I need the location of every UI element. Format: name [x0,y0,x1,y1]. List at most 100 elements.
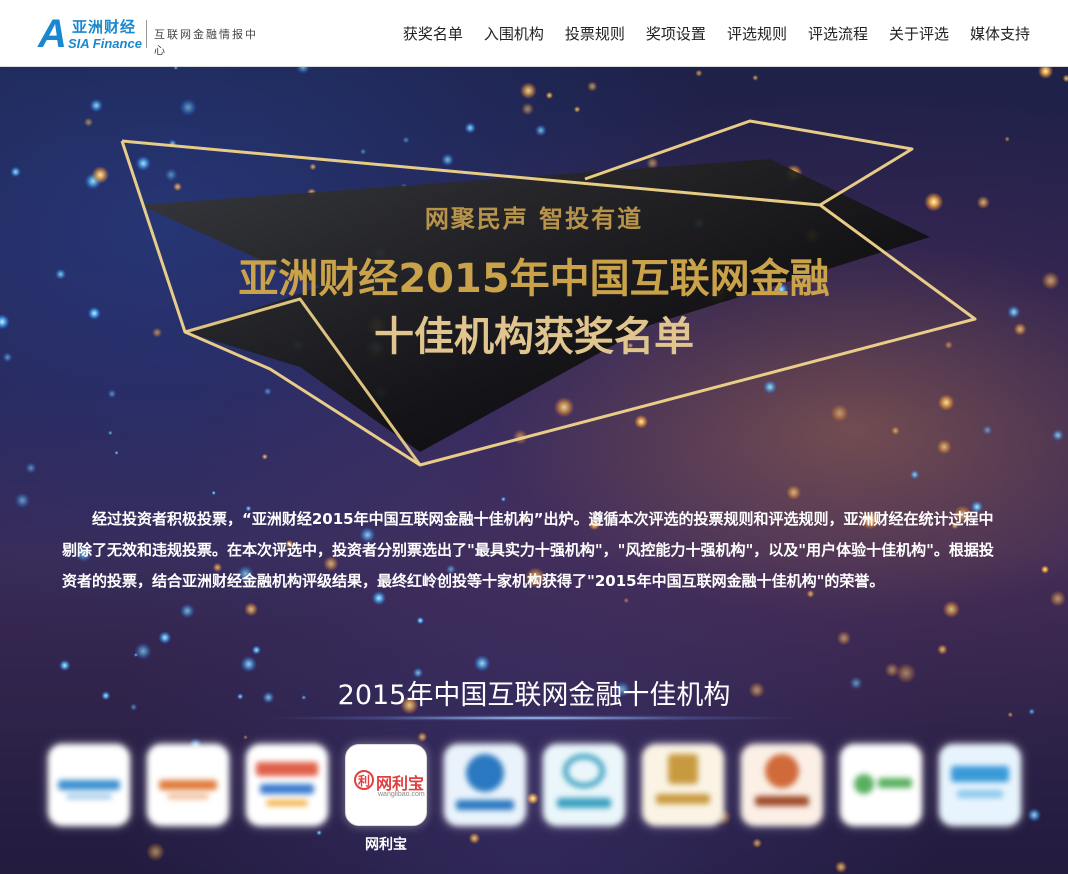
bokeh-particle [309,163,317,171]
bokeh-particle [545,91,554,100]
bokeh-particle [243,735,248,740]
bokeh-particle [891,426,900,436]
hero-title-line2: 十佳机构获奖名单 [374,314,694,360]
bokeh-particle [416,616,425,625]
winner-tile-wanglibao[interactable]: 利 网利宝 wanglibao.com 网利宝 [345,744,427,854]
bokeh-particle [211,490,216,496]
nav-selection-rules[interactable]: 评选规则 [727,23,787,44]
blurred-logo-icon [543,744,625,826]
logo-mark: A [38,12,67,56]
bokeh-particle [534,124,547,137]
winner-tile[interactable] [939,744,1021,834]
winner-tile[interactable] [840,744,922,834]
bokeh-particle [464,122,477,134]
hero-title-line1: 亚洲财经2015年中国互联网金融 [238,256,830,302]
intro-paragraph: 经过投资者积极投票，“亚洲财经2015年中国互联网金融十佳机构”出炉。遵循本次评… [62,510,994,590]
bokeh-particle [1040,565,1050,574]
winner-tile[interactable] [444,744,526,834]
bokeh-particle [179,98,197,117]
hero-slogan: 网聚民声 智投有道 [424,205,644,233]
bokeh-particle [909,469,920,480]
bokeh-particle [936,439,952,455]
bokeh-particle [1062,74,1068,83]
winner-tile[interactable] [543,744,625,834]
blurred-logo-icon [48,744,130,826]
nav-media-support[interactable]: 媒体支持 [970,23,1030,44]
blurred-logo-icon [741,744,823,826]
bokeh-particle [1027,807,1042,823]
bokeh-particle [10,166,22,178]
wanglibao-glyph: 利 [354,770,374,790]
bokeh-particle [786,485,802,500]
bokeh-particle [107,430,113,436]
bokeh-particle [107,389,117,399]
winner-tile[interactable] [48,744,130,834]
bokeh-particle [942,600,960,618]
bokeh-particle [91,166,110,184]
winner-tile[interactable] [147,744,229,834]
blurred-logo-icon [444,744,526,826]
bokeh-particle [937,394,955,411]
bokeh-particle [836,630,852,646]
winner-tile[interactable] [246,744,328,834]
blurred-logo-icon [939,744,1021,826]
bokeh-particle [573,106,581,113]
nav-award-list[interactable]: 获奖名单 [403,23,463,44]
nav-about[interactable]: 关于评选 [889,23,949,44]
logo-name-en: SIA Finance [68,36,142,51]
bokeh-particle [173,182,183,192]
main-nav: 获奖名单 入围机构 投票规则 奖项设置 评选规则 评选流程 关于评选 媒体支持 [382,0,1030,66]
bokeh-particle [83,117,94,127]
blurred-logo-icon [840,744,922,826]
bokeh-particle [240,655,258,673]
bokeh-particle [554,397,575,418]
bokeh-particle [752,74,759,81]
bokeh-particle [114,450,119,455]
bokeh-particle [402,136,410,144]
winner-tile[interactable] [741,744,823,834]
bokeh-particle [173,67,179,71]
winner-name: 网利宝 [365,837,407,853]
bokeh-particle [296,67,311,75]
bokeh-particle [58,659,71,672]
blurred-logo-icon [246,744,328,826]
winner-tile[interactable] [642,744,724,834]
bokeh-particle [634,414,649,429]
bokeh-particle [937,644,948,655]
bokeh-particle [1051,429,1064,442]
bokeh-particle [695,69,703,77]
nav-voting-rules[interactable]: 投票规则 [565,23,625,44]
asia-finance-logo[interactable]: A 亚洲财经 SIA Finance 互联网金融情报中心 [38,12,268,57]
nav-selection-process[interactable]: 评选流程 [808,23,868,44]
bokeh-particle [158,631,172,645]
bokeh-particle [135,155,151,172]
winner-logos: 利 网利宝 wanglibao.com 网利宝 [48,744,1028,864]
logo-tagline: 互联网金融情报中心 [154,28,258,57]
hero-banner: 网聚民声 智投有道 亚洲财经2015年中国互联网金融 十佳机构获奖名单 经过投资… [0,67,1068,874]
bokeh-particle [244,602,259,617]
nav-award-settings[interactable]: 奖项设置 [646,23,706,44]
bokeh-particle [1037,67,1054,79]
bokeh-particle [14,492,31,509]
bokeh-particle [500,496,507,502]
logo-name-cn: 亚洲财经 [72,18,137,36]
wanglibao-logo-sub: wanglibao.com [378,791,425,798]
bokeh-particle [1004,136,1010,142]
title-underline-glow [260,715,808,721]
bokeh-particle [25,462,37,474]
bokeh-particle [263,387,273,396]
bokeh-particle [521,102,534,116]
bokeh-particle [982,425,993,436]
nav-shortlisted[interactable]: 入围机构 [484,23,544,44]
bokeh-particle [89,98,104,113]
blurred-logo-icon [147,744,229,826]
logo-divider [146,20,147,48]
bokeh-particle [473,654,491,672]
bokeh-particle [830,404,849,422]
bokeh-particle [261,453,268,460]
bokeh-particle [623,597,630,604]
bokeh-particle [179,603,195,619]
bokeh-particle [417,731,428,743]
winners-section-title: 2015年中国互联网金融十佳机构 [337,680,731,711]
site-header: A 亚洲财经 SIA Finance 互联网金融情报中心 获奖名单 入围机构 投… [0,0,1068,67]
